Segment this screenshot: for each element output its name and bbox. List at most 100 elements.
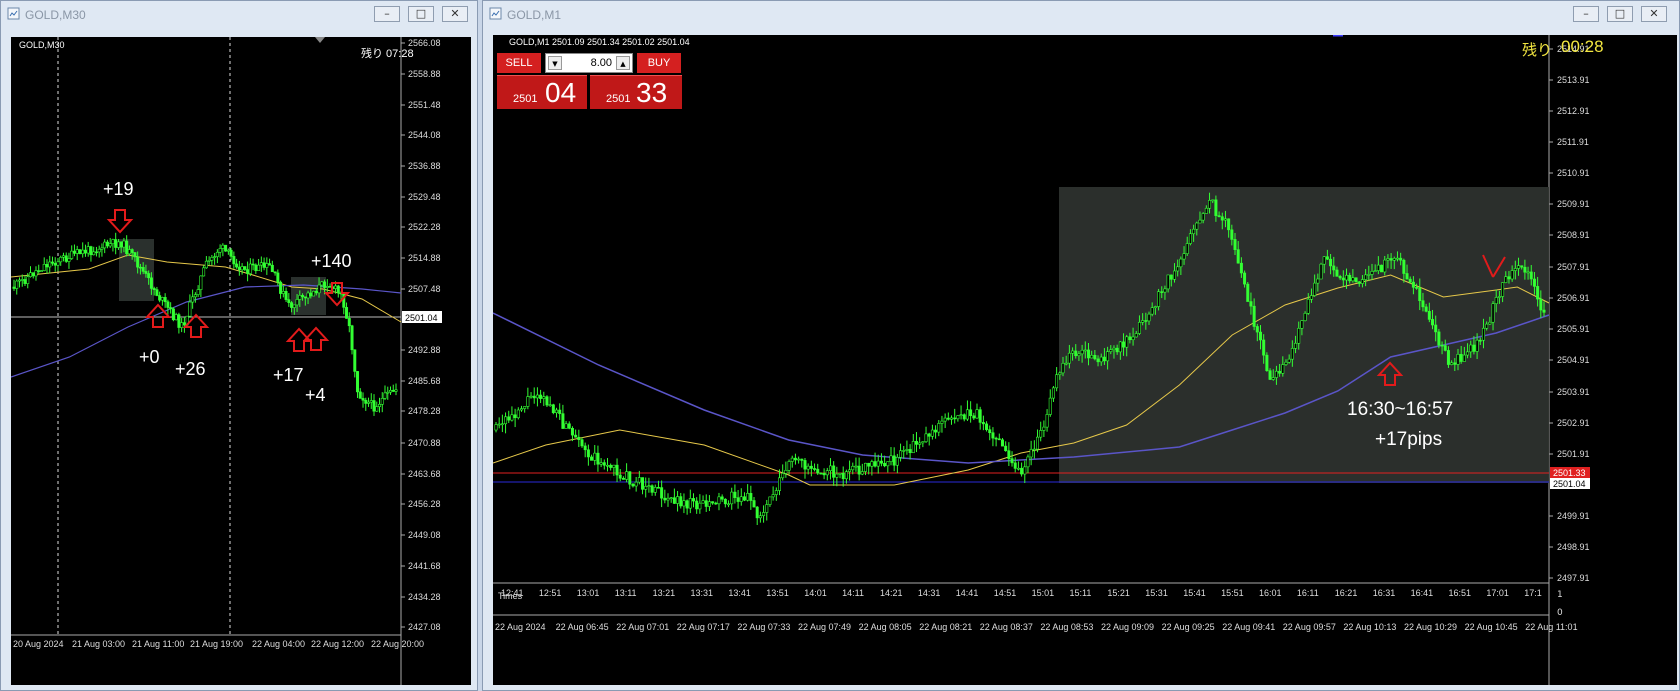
candle-body xyxy=(660,487,664,499)
right-chart-window[interactable]: GOLD,M1 – □ ✕ 2514.91 2513.91 2512.91 2511.… xyxy=(482,0,1680,691)
price-tick-label: 2427.08 xyxy=(408,622,441,632)
lot-size-value: 8.00 xyxy=(590,57,612,69)
lot-increase-icon[interactable]: ▲ xyxy=(616,56,630,70)
candle-body xyxy=(1526,271,1530,274)
time-tick-label: 22 Aug 10:29 xyxy=(1404,622,1457,632)
candle-body xyxy=(312,290,316,297)
candle-body xyxy=(1462,354,1466,362)
candle-body xyxy=(997,438,1001,441)
left-window-titlebar[interactable]: GOLD,M30 – □ ✕ xyxy=(1,1,477,27)
candle-body xyxy=(1106,351,1110,362)
candle-body xyxy=(1039,430,1043,438)
candle-body xyxy=(204,260,208,269)
candle-body xyxy=(243,266,247,270)
candle-body xyxy=(92,251,96,256)
candle-body xyxy=(816,468,820,474)
sell-button[interactable]: SELL xyxy=(497,53,541,73)
maximize-button[interactable]: □ xyxy=(1607,6,1633,22)
left-chart-window[interactable]: GOLD,M30 – □ ✕ 2566.08 2558.88 2551.48 2544… xyxy=(0,0,478,691)
candle-body xyxy=(147,273,151,279)
candle-body xyxy=(946,417,950,420)
candle-body xyxy=(309,292,313,297)
candle-body xyxy=(532,395,536,399)
close-button[interactable]: ✕ xyxy=(1641,6,1667,22)
session-time-label: 14:01 xyxy=(804,588,827,598)
candle-body xyxy=(1198,219,1202,224)
candle-body xyxy=(1507,276,1511,280)
candle-body xyxy=(72,250,76,254)
price-tick-label: 2485.68 xyxy=(408,376,441,386)
candle-body xyxy=(605,464,609,467)
candle-body xyxy=(116,241,120,248)
candle-body xyxy=(1153,306,1157,308)
candle-body xyxy=(902,450,906,452)
candle-body xyxy=(367,401,371,404)
sell-price-button[interactable]: 2501 04 xyxy=(497,75,587,109)
session-time-label: 16:51 xyxy=(1449,588,1472,598)
candle-body xyxy=(1055,374,1059,389)
candle-body xyxy=(841,472,845,480)
lot-decrease-icon[interactable]: ▼ xyxy=(548,56,562,70)
candle-body xyxy=(1338,276,1342,279)
candle-body xyxy=(758,515,762,519)
candle-body xyxy=(171,308,175,321)
candle-body xyxy=(621,477,625,480)
candle-body xyxy=(717,496,721,505)
candle-body xyxy=(704,500,708,507)
candle-body xyxy=(202,267,206,277)
candle-body xyxy=(860,471,864,475)
candle-body xyxy=(1169,274,1173,280)
candle-body xyxy=(727,503,731,506)
right-price-chart[interactable]: 2514.91 2513.91 2512.91 2511.91 2510.91 2509.… xyxy=(493,35,1677,685)
session-time-label: 13:11 xyxy=(615,588,637,598)
candle-body xyxy=(1434,324,1438,333)
candle-body xyxy=(1319,263,1323,280)
candle-body xyxy=(1023,466,1027,475)
session-time-label: 14:41 xyxy=(956,588,979,598)
candle-body xyxy=(873,461,877,467)
buy-price-button[interactable]: 2501 33 xyxy=(590,75,682,109)
lot-size-input[interactable]: ▼ 8.00 ▲ xyxy=(545,53,633,73)
candle-body xyxy=(497,423,501,426)
right-window-titlebar[interactable]: GOLD,M1 – □ ✕ xyxy=(483,1,1679,27)
left-window-title: GOLD,M30 xyxy=(25,8,86,22)
price-tick-label: 2499.91 xyxy=(1557,511,1590,521)
candle-body xyxy=(1354,277,1358,283)
candle-body xyxy=(1208,200,1212,209)
candle-body xyxy=(383,392,387,399)
candle-body xyxy=(144,271,148,274)
candle-body xyxy=(166,301,170,308)
session-time-label: 13:21 xyxy=(653,588,676,598)
candle-body xyxy=(1016,467,1020,470)
candle-body xyxy=(590,456,594,461)
left-price-chart[interactable]: 2566.08 2558.88 2551.48 2544.08 2536.88 2529.… xyxy=(11,37,471,685)
close-button[interactable]: ✕ xyxy=(442,6,468,22)
candle-body xyxy=(1061,363,1065,374)
candle-body xyxy=(1252,305,1256,327)
candle-body xyxy=(864,462,868,472)
candle-body xyxy=(679,496,683,507)
session-time-label: 14:31 xyxy=(918,588,941,598)
price-tick-label: 2508.91 xyxy=(1557,230,1590,240)
session-time-label: 17:01 xyxy=(1486,588,1509,598)
price-tick-label: 2551.48 xyxy=(408,100,441,110)
candle-body xyxy=(577,436,581,440)
price-tick-label: 2492.88 xyxy=(408,345,441,355)
buy-button[interactable]: BUY xyxy=(637,53,681,73)
down-arrow-icon xyxy=(106,209,134,234)
candle-body xyxy=(1418,287,1422,302)
minimize-button[interactable]: – xyxy=(374,6,400,22)
price-tick-label: 2470.88 xyxy=(408,438,441,448)
candle-body xyxy=(1249,301,1253,307)
candle-body xyxy=(742,496,746,501)
candle-body xyxy=(1421,300,1425,308)
candle-body xyxy=(1335,269,1339,277)
candle-body xyxy=(752,500,756,508)
candle-body xyxy=(806,465,810,470)
minimize-button[interactable]: – xyxy=(1573,6,1599,22)
candle-body xyxy=(174,314,178,321)
candle-body xyxy=(564,423,568,429)
maximize-button[interactable]: □ xyxy=(408,6,434,22)
candle-body xyxy=(78,249,82,255)
candle-body xyxy=(698,502,702,510)
